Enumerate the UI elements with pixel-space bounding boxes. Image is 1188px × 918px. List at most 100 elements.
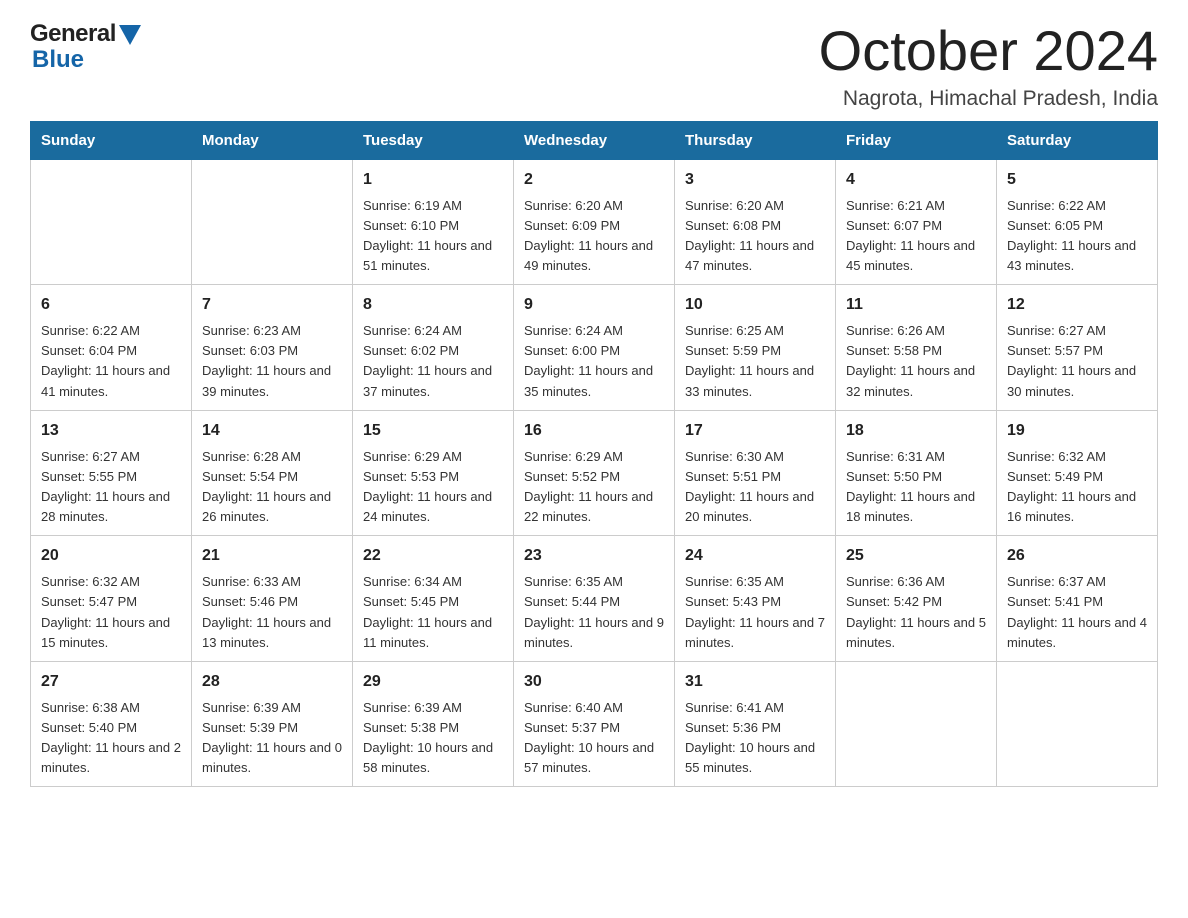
day-info: Sunrise: 6:39 AMSunset: 5:38 PMDaylight:… — [363, 698, 503, 779]
calendar-cell: 9 Sunrise: 6:24 AMSunset: 6:00 PMDaylight… — [514, 285, 675, 411]
day-info: Sunrise: 6:39 AMSunset: 5:39 PMDaylight:… — [202, 698, 342, 779]
day-number: 27 — [41, 670, 181, 694]
day-info: Sunrise: 6:32 AMSunset: 5:47 PMDaylight:… — [41, 572, 181, 653]
day-info: Sunrise: 6:35 AMSunset: 5:44 PMDaylight:… — [524, 572, 664, 653]
month-year-title: October 2024 — [819, 20, 1158, 82]
day-info: Sunrise: 6:26 AMSunset: 5:58 PMDaylight:… — [846, 321, 986, 402]
day-number: 31 — [685, 670, 825, 694]
day-number: 16 — [524, 419, 664, 443]
day-number: 7 — [202, 293, 342, 317]
day-number: 20 — [41, 544, 181, 568]
week-row-5: 27 Sunrise: 6:38 AMSunset: 5:40 PMDayligh… — [31, 661, 1158, 787]
day-number: 2 — [524, 168, 664, 192]
day-info: Sunrise: 6:30 AMSunset: 5:51 PMDaylight:… — [685, 447, 825, 528]
calendar-cell — [836, 661, 997, 787]
location-subtitle: Nagrota, Himachal Pradesh, India — [819, 87, 1158, 111]
calendar-cell: 18 Sunrise: 6:31 AMSunset: 5:50 PMDayligh… — [836, 410, 997, 536]
calendar-cell: 29 Sunrise: 6:39 AMSunset: 5:38 PMDayligh… — [353, 661, 514, 787]
header-day-saturday: Saturday — [997, 121, 1158, 159]
day-info: Sunrise: 6:27 AMSunset: 5:55 PMDaylight:… — [41, 447, 181, 528]
day-number: 18 — [846, 419, 986, 443]
day-number: 17 — [685, 419, 825, 443]
calendar-cell: 23 Sunrise: 6:35 AMSunset: 5:44 PMDayligh… — [514, 536, 675, 662]
week-row-3: 13 Sunrise: 6:27 AMSunset: 5:55 PMDayligh… — [31, 410, 1158, 536]
day-number: 15 — [363, 419, 503, 443]
logo-general-text: General — [30, 20, 116, 48]
week-row-2: 6Sunrise: 6:22 AMSunset: 6:04 PMDaylight… — [31, 285, 1158, 411]
day-info: Sunrise: 6:38 AMSunset: 5:40 PMDaylight:… — [41, 698, 181, 779]
header-day-thursday: Thursday — [675, 121, 836, 159]
day-info: Sunrise: 6:22 AMSunset: 6:05 PMDaylight:… — [1007, 196, 1147, 277]
calendar-cell: 15 Sunrise: 6:29 AMSunset: 5:53 PMDayligh… — [353, 410, 514, 536]
day-number: 19 — [1007, 419, 1147, 443]
calendar-cell: 4Sunrise: 6:21 AMSunset: 6:07 PMDaylight… — [836, 159, 997, 285]
calendar-cell: 27 Sunrise: 6:38 AMSunset: 5:40 PMDayligh… — [31, 661, 192, 787]
day-info: Sunrise: 6:35 AMSunset: 5:43 PMDaylight:… — [685, 572, 825, 653]
calendar-cell: 31 Sunrise: 6:41 AMSunset: 5:36 PMDayligh… — [675, 661, 836, 787]
calendar-cell: 17 Sunrise: 6:30 AMSunset: 5:51 PMDayligh… — [675, 410, 836, 536]
header-day-friday: Friday — [836, 121, 997, 159]
day-number: 11 — [846, 293, 986, 317]
title-block: October 2024 Nagrota, Himachal Pradesh, … — [819, 20, 1158, 111]
header-day-monday: Monday — [192, 121, 353, 159]
calendar-cell: 28Sunrise: 6:39 AMSunset: 5:39 PMDayligh… — [192, 661, 353, 787]
header-day-sunday: Sunday — [31, 121, 192, 159]
logo-blue-text: Blue — [32, 46, 84, 74]
calendar-cell — [997, 661, 1158, 787]
calendar-cell: 1 Sunrise: 6:19 AMSunset: 6:10 PMDaylight… — [353, 159, 514, 285]
day-info: Sunrise: 6:20 AMSunset: 6:09 PMDaylight:… — [524, 196, 664, 277]
day-number: 30 — [524, 670, 664, 694]
day-number: 3 — [685, 168, 825, 192]
calendar-cell: 8Sunrise: 6:24 AMSunset: 6:02 PMDaylight… — [353, 285, 514, 411]
day-info: Sunrise: 6:40 AMSunset: 5:37 PMDaylight:… — [524, 698, 664, 779]
calendar-cell: 3 Sunrise: 6:20 AMSunset: 6:08 PMDaylight… — [675, 159, 836, 285]
day-info: Sunrise: 6:24 AMSunset: 6:00 PMDaylight:… — [524, 321, 664, 402]
week-row-1: 1 Sunrise: 6:19 AMSunset: 6:10 PMDaylight… — [31, 159, 1158, 285]
day-number: 23 — [524, 544, 664, 568]
day-info: Sunrise: 6:33 AMSunset: 5:46 PMDaylight:… — [202, 572, 342, 653]
calendar-cell: 2 Sunrise: 6:20 AMSunset: 6:09 PMDaylight… — [514, 159, 675, 285]
calendar-cell — [192, 159, 353, 285]
day-info: Sunrise: 6:25 AMSunset: 5:59 PMDaylight:… — [685, 321, 825, 402]
calendar-header: SundayMondayTuesdayWednesdayThursdayFrid… — [31, 121, 1158, 159]
day-info: Sunrise: 6:24 AMSunset: 6:02 PMDaylight:… — [363, 321, 503, 402]
header-row: SundayMondayTuesdayWednesdayThursdayFrid… — [31, 121, 1158, 159]
calendar-cell: 10Sunrise: 6:25 AMSunset: 5:59 PMDayligh… — [675, 285, 836, 411]
day-info: Sunrise: 6:19 AMSunset: 6:10 PMDaylight:… — [363, 196, 503, 277]
day-info: Sunrise: 6:36 AMSunset: 5:42 PMDaylight:… — [846, 572, 986, 653]
calendar-body: 1 Sunrise: 6:19 AMSunset: 6:10 PMDaylight… — [31, 159, 1158, 787]
day-info: Sunrise: 6:31 AMSunset: 5:50 PMDaylight:… — [846, 447, 986, 528]
day-number: 21 — [202, 544, 342, 568]
day-number: 29 — [363, 670, 503, 694]
header-day-tuesday: Tuesday — [353, 121, 514, 159]
day-info: Sunrise: 6:22 AMSunset: 6:04 PMDaylight:… — [41, 321, 181, 402]
day-info: Sunrise: 6:20 AMSunset: 6:08 PMDaylight:… — [685, 196, 825, 277]
day-info: Sunrise: 6:29 AMSunset: 5:53 PMDaylight:… — [363, 447, 503, 528]
day-number: 5 — [1007, 168, 1147, 192]
day-info: Sunrise: 6:29 AMSunset: 5:52 PMDaylight:… — [524, 447, 664, 528]
logo: General Blue — [30, 20, 141, 74]
day-number: 9 — [524, 293, 664, 317]
calendar-cell: 25 Sunrise: 6:36 AMSunset: 5:42 PMDayligh… — [836, 536, 997, 662]
week-row-4: 20 Sunrise: 6:32 AMSunset: 5:47 PMDayligh… — [31, 536, 1158, 662]
day-info: Sunrise: 6:27 AMSunset: 5:57 PMDaylight:… — [1007, 321, 1147, 402]
day-info: Sunrise: 6:28 AMSunset: 5:54 PMDaylight:… — [202, 447, 342, 528]
day-number: 25 — [846, 544, 986, 568]
calendar-cell — [31, 159, 192, 285]
day-number: 1 — [363, 168, 503, 192]
calendar-cell: 26Sunrise: 6:37 AMSunset: 5:41 PMDayligh… — [997, 536, 1158, 662]
calendar-cell: 22Sunrise: 6:34 AMSunset: 5:45 PMDayligh… — [353, 536, 514, 662]
page-header: General Blue October 2024 Nagrota, Himac… — [30, 20, 1158, 111]
calendar-cell: 11 Sunrise: 6:26 AMSunset: 5:58 PMDayligh… — [836, 285, 997, 411]
day-number: 24 — [685, 544, 825, 568]
day-number: 4 — [846, 168, 986, 192]
day-number: 26 — [1007, 544, 1147, 568]
day-info: Sunrise: 6:41 AMSunset: 5:36 PMDaylight:… — [685, 698, 825, 779]
calendar-cell: 21 Sunrise: 6:33 AMSunset: 5:46 PMDayligh… — [192, 536, 353, 662]
calendar-cell: 16 Sunrise: 6:29 AMSunset: 5:52 PMDayligh… — [514, 410, 675, 536]
calendar-cell: 7Sunrise: 6:23 AMSunset: 6:03 PMDaylight… — [192, 285, 353, 411]
day-number: 13 — [41, 419, 181, 443]
calendar-cell: 6Sunrise: 6:22 AMSunset: 6:04 PMDaylight… — [31, 285, 192, 411]
calendar-table: SundayMondayTuesdayWednesdayThursdayFrid… — [30, 121, 1158, 788]
calendar-cell: 5 Sunrise: 6:22 AMSunset: 6:05 PMDaylight… — [997, 159, 1158, 285]
